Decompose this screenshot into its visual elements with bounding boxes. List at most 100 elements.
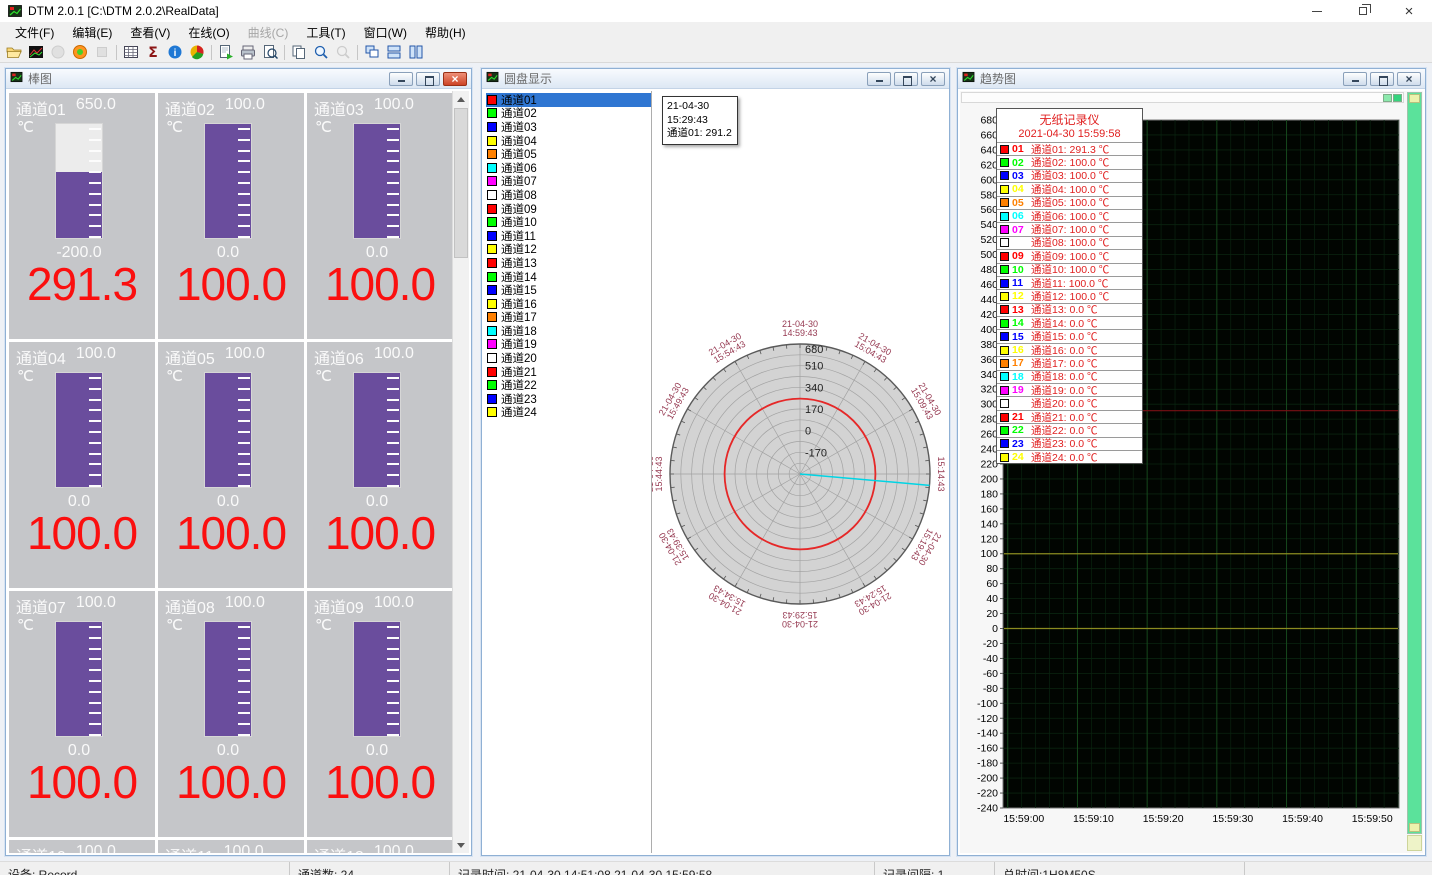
disc-close-button[interactable] <box>921 72 945 86</box>
copy-button[interactable] <box>288 42 310 62</box>
bar-window-titlebar[interactable]: 棒图 <box>6 69 471 89</box>
gauge-tick <box>238 702 250 704</box>
menu-online[interactable]: 在线(O) <box>179 22 238 43</box>
data-table-button[interactable] <box>120 42 142 62</box>
gauge-tick <box>387 734 399 736</box>
trend-ytick-label: -120 <box>977 713 998 725</box>
disc-window-titlebar[interactable]: 圆盘显示 <box>482 69 949 89</box>
gauge-bar-fill <box>205 373 251 487</box>
print-preview-button[interactable] <box>259 42 281 62</box>
disc-time-label-time: 15:29:43 <box>782 610 817 620</box>
trend-window-icon <box>962 71 975 86</box>
caption-buttons: × <box>1294 0 1432 22</box>
cascade-windows-button[interactable] <box>361 42 383 62</box>
close-button[interactable]: × <box>1386 0 1432 22</box>
gauge-current-value: 291.3 <box>9 257 155 311</box>
trend-ytick-label: -20 <box>983 638 998 650</box>
gauge-header: 通道04100.0 <box>9 342 155 369</box>
gauge-bar-fill <box>56 622 102 736</box>
trend-close-button[interactable] <box>1397 72 1421 86</box>
channel-color-swatch <box>487 108 497 118</box>
gauge-tick <box>387 182 399 184</box>
gauge-tick <box>89 669 101 671</box>
legend-timestamp: 2021-04-30 15:59:58 <box>997 128 1142 142</box>
disc-minimize-button[interactable] <box>867 72 891 86</box>
vscroll-thumb[interactable] <box>1409 94 1420 103</box>
legend-color-swatch <box>1000 372 1009 381</box>
disc-maximize-button[interactable] <box>894 72 918 86</box>
record-active-icon <box>72 44 88 60</box>
gauge-tick <box>387 236 399 238</box>
trend-ytick-label: 60 <box>986 578 998 590</box>
gauge-tick <box>387 485 399 487</box>
scroll-down-arrow-icon[interactable] <box>453 837 469 853</box>
trend-ytick-label: -160 <box>977 743 998 755</box>
gauge-tick <box>387 442 399 444</box>
sum-button[interactable]: Σ <box>142 42 164 62</box>
menu-tools[interactable]: 工具(T) <box>297 22 354 43</box>
tile-horizontal-button[interactable] <box>383 42 405 62</box>
statusbar: 设备: Record通道数: 24记录时间: 21-04-30 14:51:08… <box>0 861 1432 875</box>
legend-row: 14通道14: 0.0 ℃ <box>997 316 1142 329</box>
gauge-unit: ℃ <box>315 118 332 136</box>
zoom-button[interactable] <box>310 42 332 62</box>
realtime-curve-button[interactable] <box>25 42 47 62</box>
info-icon: i <box>167 44 183 60</box>
gauge-tick <box>387 388 399 390</box>
gauge-cell-6: 通道06100.0℃0.0100.0 <box>307 342 452 588</box>
disc-time-label: 21-04-3015:14:43 <box>936 456 947 492</box>
legend-channel-number: 22 <box>1012 424 1028 436</box>
tile-vertical-button[interactable] <box>405 42 427 62</box>
stop-icon <box>94 44 110 60</box>
statusbar-segment-4: 记录间隔: 1 <box>875 862 995 875</box>
menu-edit[interactable]: 编辑(E) <box>63 22 121 43</box>
trend-vertical-scrollbar[interactable] <box>1407 92 1422 834</box>
gauge-unit: ℃ <box>315 616 332 634</box>
scroll-up-arrow-icon[interactable] <box>453 91 469 107</box>
trend-minimize-button[interactable] <box>1343 72 1367 86</box>
gauge-cell-3: 通道03100.0℃0.0100.0 <box>307 93 452 339</box>
statusbar-segment-3: 记录时间: 21-04-30 14:51:08 21-04-30 15:59:5… <box>450 862 875 875</box>
gauge-tick <box>89 214 101 216</box>
trend-legend: 无纸记录仪2021-04-30 15:59:5801通道01: 291.3 ℃0… <box>996 108 1143 464</box>
hscroll-thumb[interactable] <box>1383 94 1392 102</box>
disc-tooltip: 21-04-30 15:29:43 通道01: 291.2 <box>662 96 738 145</box>
export-report-button[interactable] <box>215 42 237 62</box>
menu-file[interactable]: 文件(F) <box>6 22 63 43</box>
trend-maximize-button[interactable] <box>1370 72 1394 86</box>
gauge-tick <box>238 204 250 206</box>
menu-view[interactable]: 查看(V) <box>121 22 179 43</box>
legend-channel-number: 10 <box>1012 264 1028 276</box>
toolbar-separator <box>357 45 358 60</box>
trend-horizontal-scrollbar[interactable] <box>961 92 1404 103</box>
trend-ytick-label: -100 <box>977 698 998 710</box>
trend-window-titlebar[interactable]: 趋势图 <box>958 69 1425 89</box>
minimize-icon <box>1312 11 1322 12</box>
info-button[interactable]: i <box>164 42 186 62</box>
menu-help[interactable]: 帮助(H) <box>416 22 475 43</box>
export-report-icon <box>218 44 234 60</box>
minimize-button[interactable] <box>1294 0 1340 22</box>
restore-button[interactable] <box>1340 0 1386 22</box>
print-button[interactable] <box>237 42 259 62</box>
menu-window[interactable]: 窗口(W) <box>355 22 416 43</box>
scroll-thumb[interactable] <box>454 108 468 258</box>
gauge-tick <box>89 377 101 379</box>
bar-maximize-button[interactable] <box>416 72 440 86</box>
hscroll-thumb[interactable] <box>1393 94 1402 102</box>
vscroll-thumb[interactable] <box>1409 823 1420 832</box>
gauge-tick <box>387 193 399 195</box>
bar-window-icon <box>10 71 23 86</box>
open-file-button[interactable] <box>3 42 25 62</box>
bar-close-button[interactable] <box>443 72 467 86</box>
gauge-tick <box>387 225 399 227</box>
legend-row: 19通道19: 0.0 ℃ <box>997 383 1142 396</box>
disc-window-icon <box>486 71 499 86</box>
gauge-tick <box>89 658 101 660</box>
channel-list-item[interactable]: 通道24 <box>486 406 651 420</box>
pie-chart-button[interactable] <box>186 42 208 62</box>
record-active-button[interactable] <box>69 42 91 62</box>
bar-minimize-button[interactable] <box>389 72 413 86</box>
legend-row: 16通道16: 0.0 ℃ <box>997 343 1142 356</box>
bar-window-scrollbar[interactable] <box>452 91 469 853</box>
